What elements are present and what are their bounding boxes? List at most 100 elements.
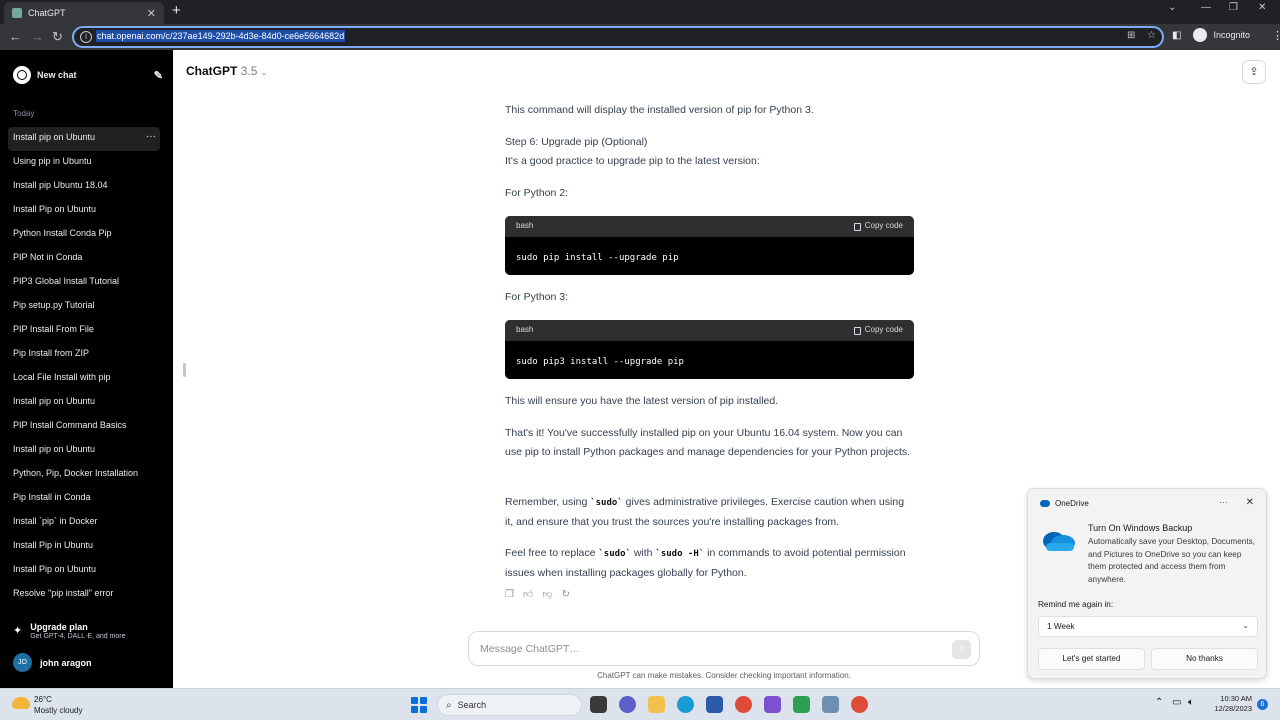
share-icon[interactable]: ⇪ bbox=[1242, 60, 1266, 84]
edge-browser-icon[interactable] bbox=[677, 696, 694, 713]
network-icon[interactable]: ▭ bbox=[1172, 697, 1181, 708]
sidebar-chat-item[interactable]: Install Pip on Ubuntu bbox=[8, 559, 160, 583]
model-selector[interactable]: ChatGPT 3.5 ⌄ bbox=[186, 64, 267, 78]
onedrive-notification: OneDrive ··· ✕ Turn On Windows Backup Au… bbox=[1027, 488, 1267, 679]
spreadsheet-app-icon[interactable] bbox=[793, 696, 810, 713]
new-chat-button[interactable]: New chat ✎ bbox=[13, 65, 163, 85]
sidebar-chat-label: Local File Install with pip bbox=[13, 372, 111, 382]
sidebar-chat-label: PIP Install From File bbox=[13, 324, 94, 334]
chrome-icon[interactable] bbox=[735, 696, 752, 713]
onedrive-icon bbox=[1040, 500, 1050, 507]
sidebar-chat-item[interactable]: Pip Install from ZIP bbox=[8, 343, 160, 367]
sidebar-chat-item[interactable]: Using pip in Ubuntu bbox=[8, 151, 160, 175]
windows-start-icon[interactable] bbox=[411, 697, 427, 713]
sidebar-chat-item[interactable]: PIP Not in Conda bbox=[8, 247, 160, 271]
upgrade-subtitle: Get GPT-4, DALL·E, and more bbox=[30, 633, 126, 640]
file-explorer-icon[interactable] bbox=[648, 696, 665, 713]
user-menu[interactable]: JO john aragon bbox=[13, 653, 92, 672]
restore-icon[interactable]: ❐ bbox=[1229, 2, 1238, 13]
sidebar-chat-item[interactable]: Local File Install with pip bbox=[8, 367, 160, 391]
sidebar-chat-item[interactable]: Install pip on Ubuntu ··· bbox=[8, 127, 160, 151]
sidebar-toggle-handle[interactable] bbox=[183, 363, 186, 377]
sidebar-chat-item[interactable]: Install pip on Ubuntu bbox=[8, 439, 160, 463]
tab-search-icon[interactable]: ⌄ bbox=[1168, 2, 1176, 13]
sidebar-chat-item[interactable]: Resolve "pip install" error bbox=[8, 583, 160, 607]
forward-icon[interactable]: → bbox=[31, 29, 44, 44]
store-icon[interactable] bbox=[706, 696, 723, 713]
sidebar-chat-item[interactable]: Python, Pip, Docker Installation bbox=[8, 463, 160, 487]
new-tab-icon[interactable]: + bbox=[172, 2, 181, 19]
tray-overflow-icon[interactable]: ⌃ bbox=[1155, 697, 1163, 708]
sidebar-chat-item[interactable]: PIP Install From File bbox=[8, 319, 160, 343]
sidebar-chat-item[interactable]: Install Pip on Ubuntu bbox=[8, 199, 160, 223]
sidebar-chat-item[interactable]: Install pip Ubuntu 18.04 bbox=[8, 175, 160, 199]
thumbs-down-icon[interactable]: 👎︎ bbox=[542, 586, 552, 605]
image-app-icon[interactable] bbox=[822, 696, 839, 713]
step-heading: Step 6: Upgrade pip (Optional) bbox=[505, 136, 648, 148]
weather-icon[interactable] bbox=[12, 697, 30, 709]
clipboard-icon bbox=[853, 326, 861, 335]
sidebar-chat-item[interactable]: Install `pip` in Docker bbox=[8, 511, 160, 535]
compose-icon[interactable]: ✎ bbox=[154, 69, 163, 82]
clock[interactable]: 10:30 AM 12/28/2023 bbox=[1208, 694, 1252, 714]
clock-time: 10:30 AM bbox=[1220, 694, 1252, 703]
avatar: JO bbox=[13, 653, 32, 672]
reload-icon[interactable]: ↻ bbox=[52, 29, 63, 45]
side-panel-icon[interactable]: ◧ bbox=[1172, 30, 1181, 41]
task-view-icon[interactable] bbox=[590, 696, 607, 713]
sidebar-chat-label: Install Pip on Ubuntu bbox=[13, 564, 97, 574]
back-icon[interactable]: ← bbox=[9, 29, 22, 44]
more-options-icon[interactable]: ··· bbox=[146, 127, 156, 147]
profile-area[interactable]: ◧ Incognito ⋮ bbox=[1172, 28, 1280, 42]
sidebar-chat-item[interactable]: Install Pip in Ubuntu bbox=[8, 535, 160, 559]
bookmark-star-icon[interactable]: ☆ bbox=[1147, 30, 1156, 41]
message-composer[interactable]: Message ChatGPT… ↑ bbox=[468, 631, 980, 666]
copy-icon[interactable]: ❐ bbox=[505, 586, 514, 605]
address-bar[interactable]: i chat.openai.com/c/237ae149-292b-4d3e-8… bbox=[72, 26, 1164, 48]
sidebar-chat-item[interactable]: Install pip on Ubuntu bbox=[8, 391, 160, 415]
sidebar-chat-item[interactable]: Python Install Conda Pip bbox=[8, 223, 160, 247]
sidebar-chat-item[interactable]: PIP3 Global Install Tutorial bbox=[8, 271, 160, 295]
code-text: sudo pip install --upgrade pip bbox=[516, 253, 679, 263]
close-window-icon[interactable]: ✕ bbox=[1258, 2, 1266, 13]
weather-temp[interactable]: 26°C bbox=[34, 695, 52, 704]
sidebar-chat-label: Install pip on Ubuntu bbox=[13, 444, 96, 454]
no-thanks-button[interactable]: No thanks bbox=[1151, 648, 1258, 670]
sidebar-chat-label: Using pip in Ubuntu bbox=[13, 156, 92, 166]
remind-select[interactable]: 1 Week ⌄ bbox=[1038, 616, 1258, 637]
minimize-icon[interactable]: — bbox=[1201, 2, 1211, 13]
sidebar-chat-label: Pip Install in Conda bbox=[13, 492, 91, 502]
sidebar-chat-item[interactable]: Pip Install in Conda bbox=[8, 487, 160, 511]
site-info-icon[interactable]: i bbox=[80, 31, 92, 43]
taskbar-search[interactable]: ⌕ Search bbox=[437, 694, 582, 716]
text-run: with bbox=[630, 547, 656, 559]
code-header: bash Copy code bbox=[505, 320, 914, 341]
sidebar-chat-item[interactable]: PIP Install Command Basics bbox=[8, 415, 160, 439]
notification-badge[interactable]: 6 bbox=[1257, 699, 1268, 710]
weather-desc[interactable]: Mostly cloudy bbox=[34, 706, 82, 715]
message-paragraph: That's it! You've successfully installed… bbox=[505, 427, 911, 458]
chat-app-icon[interactable] bbox=[619, 696, 636, 713]
lets-get-started-button[interactable]: Let's get started bbox=[1038, 648, 1145, 670]
qr-code-icon[interactable]: ⊞ bbox=[1127, 30, 1135, 41]
sidebar-chat-item[interactable]: Pip setup.py Tutorial bbox=[8, 295, 160, 319]
thumbs-up-icon[interactable]: 👍︎ bbox=[523, 586, 533, 605]
more-options-icon[interactable]: ··· bbox=[1219, 497, 1228, 507]
volume-icon[interactable]: 🔈︎ bbox=[1188, 697, 1194, 708]
chevron-down-icon: ⌄ bbox=[260, 68, 268, 77]
close-icon[interactable]: ✕ bbox=[147, 7, 156, 20]
url-text[interactable]: chat.openai.com/c/237ae149-292b-4d3e-84d… bbox=[96, 30, 346, 42]
chrome-active-icon[interactable] bbox=[851, 696, 868, 713]
app-icon[interactable] bbox=[764, 696, 781, 713]
menu-kebab-icon[interactable]: ⋮ bbox=[1272, 29, 1280, 42]
upgrade-plan-button[interactable]: ✦ Upgrade plan Get GPT-4, DALL·E, and mo… bbox=[13, 622, 126, 640]
regenerate-icon[interactable]: ↻ bbox=[562, 586, 570, 605]
text-run: Feel free to replace bbox=[505, 547, 599, 559]
copy-code-button[interactable]: Copy code bbox=[853, 321, 903, 340]
browser-tab[interactable]: ChatGPT ✕ bbox=[4, 2, 164, 24]
close-icon[interactable]: ✕ bbox=[1246, 497, 1254, 508]
model-version: 3.5 bbox=[240, 64, 258, 78]
copy-code-button[interactable]: Copy code bbox=[853, 217, 903, 236]
send-button[interactable]: ↑ bbox=[952, 640, 971, 659]
message-input-placeholder[interactable]: Message ChatGPT… bbox=[480, 643, 580, 655]
